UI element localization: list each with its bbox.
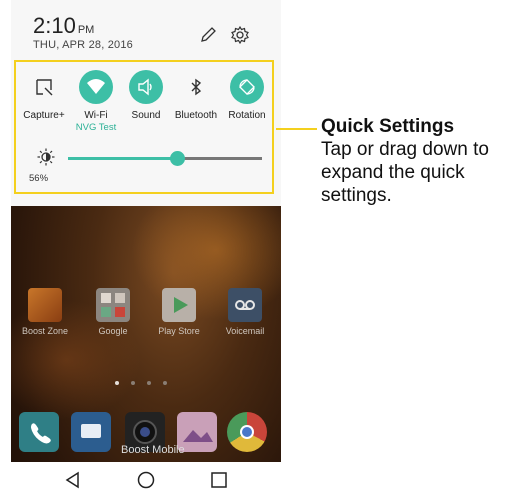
clock-ampm: PM <box>77 24 95 36</box>
notification-shade: 2:10 PM THU, APR 28, 2016 Capture+ Wi-Fi… <box>11 0 281 206</box>
app-label: Play Store <box>158 326 200 336</box>
bluetooth-icon <box>179 70 213 104</box>
google-folder-icon <box>96 288 130 322</box>
phone-app-icon[interactable] <box>19 412 59 452</box>
gear-icon[interactable] <box>230 25 250 45</box>
tile-wifi[interactable]: Wi-Fi NVG Test <box>70 70 122 133</box>
app-label: Google <box>98 326 128 336</box>
quick-settings-panel: Capture+ Wi-Fi NVG Test Sound Bluetooth <box>14 60 274 194</box>
home-icon[interactable] <box>136 470 156 490</box>
page-dot-active <box>115 381 119 385</box>
tile-sound[interactable]: Sound <box>120 70 172 121</box>
wifi-icon <box>79 70 113 104</box>
sound-icon <box>129 70 163 104</box>
page-dot <box>131 381 135 385</box>
brightness-percent: 56% <box>29 173 49 184</box>
tile-capture-plus[interactable]: Capture+ <box>18 70 70 121</box>
callout-connector <box>276 128 317 130</box>
voicemail-icon <box>228 288 262 322</box>
app-play-store[interactable]: Play Store <box>151 288 207 336</box>
app-google[interactable]: Google <box>85 288 141 336</box>
app-label: Boost Zone <box>21 326 69 336</box>
status-date: THU, APR 28, 2016 <box>33 39 134 51</box>
edit-pencil-icon[interactable] <box>198 25 218 45</box>
tile-label: Bluetooth <box>174 110 218 121</box>
play-store-icon <box>162 288 196 322</box>
tile-label: Rotation <box>228 110 266 121</box>
tile-bluetooth[interactable]: Bluetooth <box>170 70 222 121</box>
callout-title: Quick Settings <box>321 116 455 137</box>
rotation-icon <box>230 70 264 104</box>
brightness-slider-fill[interactable] <box>68 157 177 160</box>
phone-screen: Boost Zone Google Play Store Voicemail B… <box>11 0 281 497</box>
app-label: Voicemail <box>225 326 265 336</box>
tile-label: Sound <box>131 110 161 121</box>
tile-rotation[interactable]: Rotation <box>221 70 273 121</box>
brightness-icon <box>37 148 55 166</box>
tile-label: Capture+ <box>23 110 65 121</box>
chrome-app-icon[interactable] <box>227 412 267 452</box>
tile-label: Wi-Fi <box>84 110 108 121</box>
clock-time: 2:10 <box>33 13 76 38</box>
app-voicemail[interactable]: Voicemail <box>217 288 273 336</box>
boost-zone-icon <box>28 288 62 322</box>
back-icon[interactable] <box>63 470 83 490</box>
carrier-label: Boost Mobile <box>121 444 185 456</box>
recent-apps-icon[interactable] <box>209 470 229 490</box>
callout-body: Tap or drag down to expand the quick set… <box>321 139 489 206</box>
capture-plus-icon <box>27 70 61 104</box>
page-dot <box>147 381 151 385</box>
wifi-network-name: NVG Test <box>75 122 117 133</box>
messaging-app-icon[interactable] <box>71 412 111 452</box>
navigation-bar <box>11 462 281 497</box>
page-dot <box>163 381 167 385</box>
brightness-slider-track[interactable] <box>177 157 262 160</box>
status-clock: 2:10 PM <box>33 13 94 39</box>
app-boost-zone[interactable]: Boost Zone <box>17 288 73 336</box>
brightness-slider-thumb[interactable] <box>170 151 185 166</box>
